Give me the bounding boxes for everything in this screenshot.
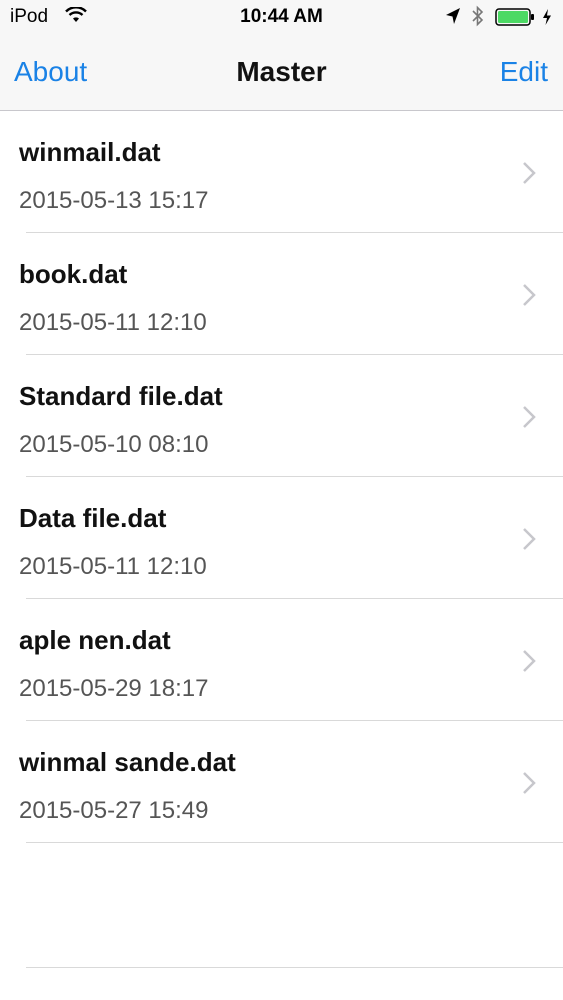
status-bar: iPod 10:44 AM [0,0,563,34]
page-title: Master [236,56,327,87]
file-date: 2015-05-29 18:17 [19,675,209,702]
file-name: Data file.dat [19,503,167,533]
screen: iPod 10:44 AM About Master Edit winmail. [0,0,563,1000]
edit-button[interactable]: Edit [500,56,548,88]
chevron-right-icon [523,406,536,428]
charging-bolt-icon [543,9,551,25]
list-divider [26,967,563,968]
list-item[interactable]: book.dat 2015-05-11 12:10 [0,233,563,355]
file-name: winmail.dat [19,137,161,167]
battery-icon [495,8,534,26]
list-item[interactable]: aple nen.dat 2015-05-29 18:17 [0,599,563,721]
navigation-bar: About Master Edit [0,34,563,111]
file-name: aple nen.dat [19,625,171,655]
file-date: 2015-05-11 12:10 [19,309,207,336]
file-name: Standard file.dat [19,381,223,411]
file-name: winmal sande.dat [19,747,236,777]
chevron-right-icon [523,284,536,306]
list-item[interactable]: winmail.dat 2015-05-13 15:17 [0,111,563,233]
list-item[interactable]: Standard file.dat 2015-05-10 08:10 [0,355,563,477]
list-item[interactable]: winmal sande.dat 2015-05-27 15:49 [0,721,563,843]
file-date: 2015-05-10 08:10 [19,431,209,458]
chevron-right-icon [523,650,536,672]
chevron-right-icon [523,162,536,184]
file-date: 2015-05-27 15:49 [19,797,209,824]
file-list: winmail.dat 2015-05-13 15:17 book.dat 20… [0,111,563,843]
bluetooth-icon [472,5,484,27]
file-date: 2015-05-13 15:17 [19,187,209,214]
file-date: 2015-05-11 12:10 [19,553,207,580]
list-item[interactable]: Data file.dat 2015-05-11 12:10 [0,477,563,599]
location-arrow-icon [446,8,460,24]
chevron-right-icon [523,772,536,794]
file-name: book.dat [19,259,128,289]
chevron-right-icon [523,528,536,550]
